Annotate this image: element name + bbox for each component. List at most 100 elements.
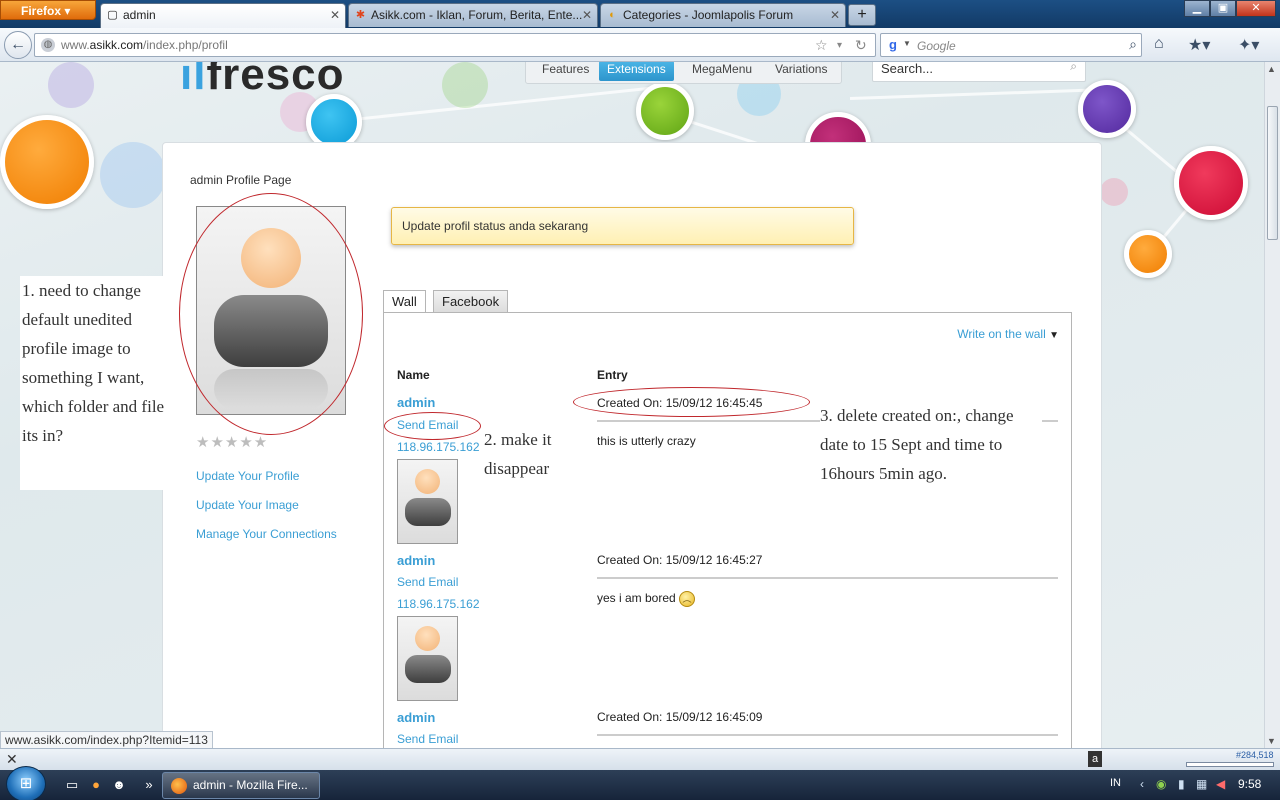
- status-bar-url: www.asikk.com/index.php?Itemid=113: [0, 731, 213, 749]
- decor-bubble: [48, 62, 94, 108]
- close-icon[interactable]: ✕: [582, 4, 592, 26]
- windows-taskbar: ⊞ ▭ ● ☻ » admin - Mozilla Fire... IN ‹ ◉…: [0, 766, 1280, 800]
- firefox-menu-label: Firefox: [21, 4, 62, 18]
- network-status-icon[interactable]: ◉: [1156, 777, 1166, 791]
- send-email-link[interactable]: Send Email: [397, 575, 458, 589]
- system-clock[interactable]: 9:58: [1238, 777, 1261, 791]
- avatar-head: [415, 626, 440, 651]
- globe-icon: ◍: [41, 38, 55, 52]
- url-bar[interactable]: ◍ www.asikk.com/index.php/profil ☆ ▾ ↻: [34, 33, 876, 57]
- minimize-button[interactable]: ▁: [1184, 0, 1210, 17]
- new-tab-button[interactable]: +: [848, 4, 876, 26]
- annotation-note-1: 1. need to change default unedited profi…: [20, 276, 175, 490]
- decor-bubble-orange: [0, 115, 94, 209]
- show-desktop-icon[interactable]: ▭: [63, 776, 81, 794]
- firefox-icon[interactable]: ●: [87, 776, 105, 794]
- main-menu: Features Extensions MegaMenu Variations: [525, 62, 842, 84]
- start-button[interactable]: ⊞: [6, 766, 46, 800]
- blank-page-icon: ▢: [107, 9, 118, 21]
- entry-divider: [597, 577, 1058, 579]
- url-path: /index.php/profil: [143, 38, 228, 52]
- column-header-entry: Entry: [597, 368, 628, 382]
- sad-face-icon: ︵: [679, 591, 696, 607]
- entry-author-link[interactable]: admin: [397, 395, 435, 410]
- rating-stars[interactable]: ★★★★★: [196, 433, 268, 451]
- alexa-icon[interactable]: a: [1088, 751, 1102, 767]
- status-update-box[interactable]: Update profil status anda sekarang: [391, 207, 854, 245]
- vertical-scrollbar[interactable]: ▲ ▼: [1264, 62, 1280, 748]
- avatar-body: [405, 655, 451, 683]
- scroll-up-icon[interactable]: ▲: [1267, 64, 1276, 74]
- tab-admin[interactable]: ▢ admin ✕: [100, 3, 346, 28]
- decor-bubble-purple: [1078, 80, 1136, 138]
- tab-label: Categories - Joomlapolis Forum: [623, 8, 794, 22]
- maximize-button[interactable]: ▣: [1210, 0, 1236, 17]
- bookmarks-menu-icon[interactable]: ★▾: [1188, 35, 1210, 55]
- home-icon[interactable]: ⌂: [1154, 35, 1164, 53]
- manage-connections-link[interactable]: Manage Your Connections: [196, 527, 337, 541]
- reload-icon[interactable]: ↻: [855, 37, 867, 54]
- logo-text: fresco: [206, 62, 345, 99]
- send-email-link[interactable]: Send Email: [397, 732, 458, 746]
- entry-avatar[interactable]: [397, 616, 458, 701]
- wall-panel: Write on the wall ▼ Name Entry admin Sen…: [383, 312, 1072, 748]
- entry-author-link[interactable]: admin: [397, 553, 435, 568]
- write-on-wall-label: Write on the wall: [957, 327, 1046, 341]
- chevron-down-icon[interactable]: ▼: [903, 39, 911, 48]
- menu-item-variations[interactable]: Variations: [767, 62, 835, 81]
- write-on-wall-link[interactable]: Write on the wall ▼: [957, 327, 1059, 341]
- addon-icon[interactable]: ✦▾: [1238, 35, 1259, 55]
- decor-bubble-green: [636, 82, 694, 140]
- tab-asikk[interactable]: ✱ Asikk.com - Iklan, Forum, Berita, Ente…: [348, 3, 598, 27]
- site-search-input[interactable]: Search...: [881, 62, 933, 76]
- entry-ip-link[interactable]: 118.96.175.162: [397, 440, 480, 454]
- language-indicator[interactable]: IN: [1110, 777, 1121, 789]
- entry-ip-link[interactable]: 118.96.175.162: [397, 597, 480, 611]
- page-title: admin Profile Page: [190, 173, 292, 187]
- google-icon: g: [885, 37, 901, 53]
- history-dropdown-icon[interactable]: ▾: [837, 40, 842, 51]
- taskbar-window-label: admin - Mozilla Fire...: [193, 778, 308, 792]
- chevron-left-icon[interactable]: ‹: [1140, 777, 1144, 791]
- avatar-head: [415, 469, 440, 494]
- taskbar-firefox-window[interactable]: admin - Mozilla Fire...: [162, 772, 320, 799]
- annotation-ellipse-avatar: [179, 193, 363, 435]
- site-search-box[interactable]: Search... ⌕: [872, 62, 1086, 82]
- url-text: www.asikk.com/index.php/profil: [61, 38, 228, 52]
- joomla-icon: ✱: [355, 9, 366, 21]
- window-close-button[interactable]: ✕: [1236, 0, 1276, 17]
- alexa-rank: #284,518: [1236, 750, 1274, 760]
- decor-bubble-red: [1174, 146, 1248, 220]
- tab-facebook[interactable]: Facebook: [433, 290, 509, 313]
- bookmark-star-icon[interactable]: ☆: [815, 37, 828, 54]
- entry-author-link[interactable]: admin: [397, 710, 435, 725]
- messenger-icon[interactable]: ☻: [110, 776, 128, 794]
- close-icon[interactable]: ✕: [330, 4, 340, 26]
- search-icon[interactable]: ⌕: [1129, 36, 1137, 53]
- chevron-right-icon[interactable]: »: [140, 776, 158, 794]
- menu-item-megamenu[interactable]: MegaMenu: [684, 62, 760, 81]
- entry-avatar[interactable]: [397, 459, 458, 544]
- annotation-ellipse-created-on: [573, 387, 810, 417]
- chevron-down-icon: ▾: [64, 4, 71, 18]
- volume-muted-icon[interactable]: ◀: [1216, 777, 1225, 791]
- tab-wall[interactable]: Wall: [383, 290, 426, 314]
- update-profile-link[interactable]: Update Your Profile: [196, 469, 299, 483]
- tab-joomlapolis[interactable]: ◐ Categories - Joomlapolis Forum ✕: [600, 3, 846, 27]
- scroll-down-icon[interactable]: ▼: [1267, 736, 1276, 746]
- back-button[interactable]: ←: [4, 31, 32, 59]
- close-icon[interactable]: ✕: [830, 4, 840, 26]
- site-logo[interactable]: ılfresco: [180, 62, 345, 100]
- alexa-rank-graph: [1186, 762, 1274, 767]
- battery-icon[interactable]: ▮: [1178, 777, 1185, 791]
- close-icon[interactable]: ✕: [6, 751, 18, 768]
- update-image-link[interactable]: Update Your Image: [196, 498, 299, 512]
- scrollbar-thumb[interactable]: [1267, 106, 1278, 240]
- network-icon[interactable]: ▦: [1196, 777, 1207, 791]
- search-bar[interactable]: g ▼ Google ⌕: [880, 33, 1142, 57]
- logo-mark-icon: ıl: [180, 62, 207, 99]
- menu-item-features[interactable]: Features: [534, 62, 597, 81]
- firefox-menu-button[interactable]: Firefox ▾: [0, 0, 96, 20]
- search-icon[interactable]: ⌕: [1070, 62, 1077, 74]
- menu-item-extensions[interactable]: Extensions: [599, 62, 674, 81]
